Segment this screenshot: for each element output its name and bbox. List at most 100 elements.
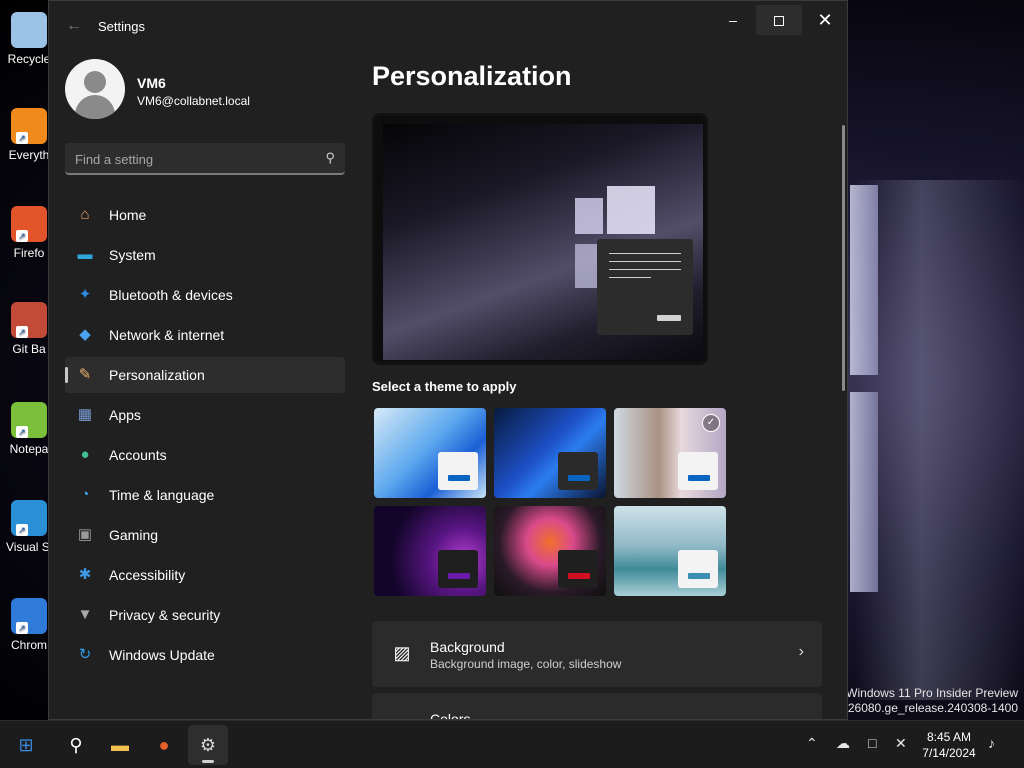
desktop-icon-label: Everyth <box>8 148 50 162</box>
theme-tile-windows-dark[interactable] <box>494 408 606 498</box>
title-bar[interactable]: ← Settings – ✕ <box>49 1 847 51</box>
sidebar-item-network-internet[interactable]: ◆ Network & internet <box>65 317 345 353</box>
desktop-icon[interactable]: ↗ Firefo <box>6 206 52 260</box>
sidebar-item-label: Accessibility <box>109 567 186 583</box>
chevron-right-icon: › <box>798 643 804 660</box>
search-icon: ⚲ <box>69 735 83 755</box>
wallpaper-window-pane <box>850 392 878 592</box>
shortcut-arrow-icon: ↗ <box>16 132 28 144</box>
sidebar-item-time-language[interactable]: ◔ Time & language <box>65 477 345 513</box>
theme-tile-flow[interactable] <box>614 506 726 596</box>
avatar[interactable] <box>65 59 125 119</box>
watermark-line: ild 26080.ge_release.240308-1400 <box>832 701 1019 715</box>
theme-tile-captured-motion[interactable] <box>494 506 606 596</box>
preview-line <box>609 277 651 278</box>
settings-card-background[interactable]: ▨ Background Background image, color, slid… <box>372 621 822 687</box>
theme-accent-bar <box>688 475 710 481</box>
search-input[interactable] <box>75 149 305 169</box>
nav-icon: ↻ <box>78 646 92 663</box>
nav-icon: ⌂ <box>80 206 90 223</box>
window-title: Settings <box>98 19 145 34</box>
maximize-icon <box>774 16 784 27</box>
find-setting-search-box[interactable]: ⚲ <box>65 143 345 175</box>
sidebar-item-accounts[interactable]: ● Accounts <box>65 437 345 473</box>
desktop-icon[interactable]: ↗ Visual St Cod <box>6 500 52 554</box>
search-icon[interactable]: ⚲ <box>325 150 335 166</box>
theme-tile-windows-light[interactable] <box>374 408 486 498</box>
scrollbar-thumb[interactable] <box>842 125 845 391</box>
sidebar-item-bluetooth-devices[interactable]: ✦ Bluetooth & devices <box>65 277 345 313</box>
close-button[interactable]: ✕ <box>802 5 847 35</box>
card-title: Colors <box>430 711 471 720</box>
personalization-page: Personalization Select a theme to apply … <box>372 51 832 720</box>
sidebar-item-windows-update[interactable]: ↻ Windows Update <box>65 637 345 673</box>
preview-window-mock <box>597 239 693 335</box>
maximize-button[interactable] <box>756 5 802 35</box>
taskbar-file-explorer-button[interactable]: ▬ <box>100 725 140 765</box>
sidebar-item-label: Time & language <box>109 487 215 503</box>
sidebar-item-label: Apps <box>109 407 141 423</box>
nav-icon: ● <box>80 446 90 463</box>
theme-window-preview <box>678 452 718 490</box>
taskbar-start-button[interactable]: ⊞ <box>4 725 48 765</box>
nav-icon: ◔ <box>80 486 90 503</box>
nav-icon: ▣ <box>77 526 93 543</box>
sidebar-item-label: Privacy & security <box>109 607 221 623</box>
sidebar-item-home[interactable]: ⌂ Home <box>65 197 345 233</box>
sidebar-item-label: Gaming <box>109 527 159 543</box>
sidebar-item-apps[interactable]: ▦ Apps <box>65 397 345 433</box>
nav-icon: ✱ <box>78 566 92 583</box>
shortcut-arrow-icon: ↗ <box>16 230 28 242</box>
theme-window-preview <box>558 452 598 490</box>
sidebar-item-label: Personalization <box>109 367 205 383</box>
clock[interactable]: 8:45 AM 7/14/2024 <box>918 729 980 761</box>
back-arrow-icon[interactable]: ← <box>63 15 85 37</box>
user-name: VM6 <box>137 75 166 91</box>
theme-window-preview <box>438 452 478 490</box>
sidebar-item-accessibility[interactable]: ✱ Accessibility <box>65 557 345 593</box>
page-title: Personalization <box>372 61 572 91</box>
firefox-icon: ● <box>158 735 170 755</box>
onedrive-icon[interactable]: ☁ <box>836 735 850 752</box>
theme-tile-glow-blossom[interactable]: ✓ <box>614 408 726 498</box>
preview-light <box>575 198 603 234</box>
desktop-icon[interactable]: ↗ Notepa <box>6 402 52 456</box>
sidebar-item-privacy-security[interactable]: ▼ Privacy & security <box>65 597 345 633</box>
sidebar-item-label: Bluetooth & devices <box>109 287 233 303</box>
desktop-icon-label: Visual St Cod <box>6 540 52 554</box>
desktop-icon[interactable]: Recycle <box>6 12 52 66</box>
recycle-bin-icon <box>11 12 47 48</box>
settings-card-colors[interactable]: ◍Colors› <box>372 693 822 720</box>
wallpaper-window-pane <box>850 185 878 375</box>
taskbar-firefox-button[interactable]: ● <box>144 725 184 765</box>
desktop-icon-label: Notepa <box>9 442 49 456</box>
shortcut-arrow-icon: ↗ <box>16 326 28 338</box>
avatar-head-icon <box>84 71 106 93</box>
network-icon[interactable]: □ <box>868 735 876 751</box>
taskbar-search-button[interactable]: ⚲ <box>56 725 96 765</box>
sidebar-item-system[interactable]: ▬ System <box>65 237 345 273</box>
tray-chevron-icon[interactable]: ⌃ <box>806 735 818 752</box>
theme-window-preview <box>558 550 598 588</box>
sidebar-item-gaming[interactable]: ▣ Gaming <box>65 517 345 553</box>
user-profile[interactable]: VM6 VM6@collabnet.local <box>65 59 365 119</box>
minimize-button[interactable]: – <box>710 5 756 35</box>
notifications-bell-icon[interactable]: ♪ <box>988 735 995 751</box>
preview-line <box>609 269 681 270</box>
nav-icon: ✎ <box>78 366 92 383</box>
selection-indicator <box>65 367 68 383</box>
volume-muted-icon[interactable]: ✕ <box>895 735 907 752</box>
sidebar-nav: ⌂ Home ▬ System ✦ Bluetooth & devices ◆ Network… <box>65 197 345 677</box>
taskbar-settings-button[interactable]: ⚙ <box>188 725 228 765</box>
theme-tile-glow[interactable] <box>374 506 486 596</box>
running-indicator <box>202 760 214 763</box>
desktop-icon[interactable]: ↗ Chrom <box>6 598 52 652</box>
desktop-icon[interactable]: ↗ Git Ba <box>6 302 52 356</box>
background-icon: ▨ <box>393 643 411 663</box>
sidebar-item-personalization[interactable]: ✎ Personalization <box>65 357 345 393</box>
desktop-icon[interactable]: ↗ Everyth <box>6 108 52 162</box>
shortcut-arrow-icon: ↗ <box>16 524 28 536</box>
preview-line <box>609 261 681 262</box>
sidebar-item-label: Home <box>109 207 147 223</box>
card-subtitle: Background image, color, slideshow <box>430 657 622 671</box>
